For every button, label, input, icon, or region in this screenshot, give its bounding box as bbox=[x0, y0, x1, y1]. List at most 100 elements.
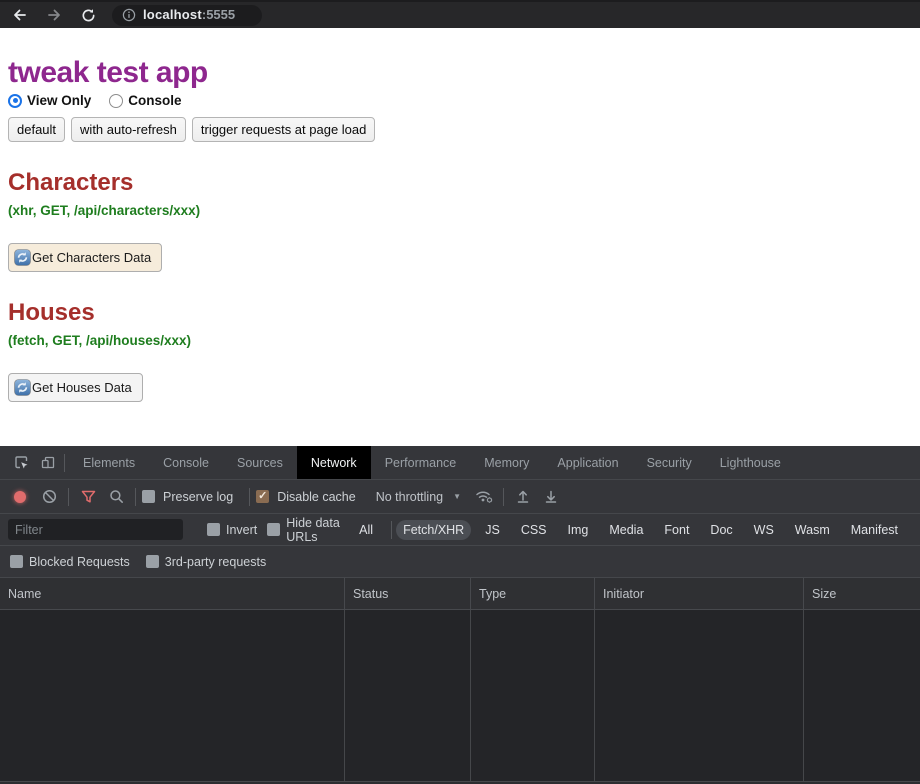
filter-icon[interactable] bbox=[75, 484, 101, 510]
divider bbox=[391, 521, 392, 539]
tab-performance[interactable]: Performance bbox=[371, 446, 471, 479]
tab-sources[interactable]: Sources bbox=[223, 446, 297, 479]
third-party-requests-label: 3rd-party requests bbox=[165, 555, 266, 569]
log-column-status bbox=[345, 610, 471, 781]
radio-console[interactable]: Console bbox=[109, 93, 181, 108]
divider bbox=[135, 488, 136, 506]
divider bbox=[503, 488, 504, 506]
blocked-requests-label: Blocked Requests bbox=[29, 555, 130, 569]
blocked-requests-checkbox[interactable] bbox=[10, 555, 23, 568]
network-conditions-icon[interactable] bbox=[471, 484, 497, 510]
filter-input[interactable] bbox=[8, 519, 183, 540]
column-header-size[interactable]: Size bbox=[804, 578, 920, 609]
url-port: :5555 bbox=[202, 7, 235, 22]
network-options-bar: Blocked Requests 3rd-party requests bbox=[0, 546, 920, 578]
import-har-icon[interactable] bbox=[510, 484, 536, 510]
radio-selected-icon[interactable] bbox=[8, 94, 22, 108]
column-header-type[interactable]: Type bbox=[471, 578, 595, 609]
url-bar[interactable]: localhost:5555 bbox=[112, 5, 262, 26]
search-icon[interactable] bbox=[103, 484, 129, 510]
divider bbox=[68, 488, 69, 506]
filter-pill-css[interactable]: CSS bbox=[514, 520, 554, 540]
filter-pill-media[interactable]: Media bbox=[602, 520, 650, 540]
devtools-panel: Elements Console Sources Network Perform… bbox=[0, 446, 920, 784]
disable-cache-checkbox[interactable]: ✓ bbox=[256, 490, 269, 503]
refresh-icon bbox=[14, 379, 31, 396]
filter-pill-ws[interactable]: WS bbox=[747, 520, 781, 540]
reload-icon[interactable] bbox=[78, 5, 98, 25]
log-column-size bbox=[804, 610, 920, 781]
tab-lighthouse[interactable]: Lighthouse bbox=[706, 446, 795, 479]
info-icon[interactable] bbox=[122, 8, 136, 22]
hide-data-urls-checkbox[interactable] bbox=[267, 523, 280, 536]
chevron-down-icon: ▼ bbox=[453, 492, 461, 501]
houses-heading: Houses bbox=[8, 299, 920, 327]
tab-security[interactable]: Security bbox=[633, 446, 706, 479]
disable-cache-label: Disable cache bbox=[277, 490, 356, 504]
tab-application[interactable]: Application bbox=[543, 446, 632, 479]
throttling-select[interactable]: No throttling ▼ bbox=[376, 490, 461, 504]
invert-label: Invert bbox=[226, 523, 257, 537]
record-network-log-icon[interactable] bbox=[14, 491, 26, 503]
inspect-element-icon[interactable] bbox=[8, 450, 34, 476]
radio-console-label: Console bbox=[128, 93, 181, 108]
radio-view-only[interactable]: View Only bbox=[8, 93, 91, 108]
tab-elements[interactable]: Elements bbox=[69, 446, 149, 479]
filter-pill-img[interactable]: Img bbox=[561, 520, 596, 540]
default-button[interactable]: default bbox=[8, 117, 65, 142]
page-content: tweak test app View Only Console default… bbox=[0, 28, 920, 446]
network-table-header: Name Status Type Initiator Size bbox=[0, 578, 920, 610]
get-houses-data-label: Get Houses Data bbox=[32, 380, 132, 395]
column-header-initiator[interactable]: Initiator bbox=[595, 578, 804, 609]
url-host: localhost bbox=[143, 7, 202, 22]
characters-subtitle: (xhr, GET, /api/characters/xxx) bbox=[8, 203, 920, 218]
third-party-requests-checkbox[interactable] bbox=[146, 555, 159, 568]
tab-console[interactable]: Console bbox=[149, 446, 223, 479]
divider bbox=[64, 454, 65, 472]
get-characters-data-label: Get Characters Data bbox=[32, 250, 151, 265]
filter-pill-manifest[interactable]: Manifest bbox=[844, 520, 905, 540]
preserve-log-checkbox[interactable] bbox=[142, 490, 155, 503]
network-toolbar: Preserve log ✓ Disable cache No throttli… bbox=[0, 480, 920, 514]
filter-pill-fetch-xhr[interactable]: Fetch/XHR bbox=[396, 520, 471, 540]
column-header-name[interactable]: Name bbox=[0, 578, 345, 609]
trigger-requests-button[interactable]: trigger requests at page load bbox=[192, 117, 376, 142]
auto-refresh-button[interactable]: with auto-refresh bbox=[71, 117, 186, 142]
get-houses-data-button[interactable]: Get Houses Data bbox=[8, 373, 143, 402]
preserve-log-label: Preserve log bbox=[163, 490, 233, 504]
url-text: localhost:5555 bbox=[143, 6, 235, 24]
radio-view-only-label: View Only bbox=[27, 93, 91, 108]
filter-pill-wasm[interactable]: Wasm bbox=[788, 520, 837, 540]
log-column-type bbox=[471, 610, 595, 781]
clear-network-log-icon[interactable] bbox=[36, 484, 62, 510]
network-request-log bbox=[0, 610, 920, 781]
refresh-icon bbox=[14, 249, 31, 266]
back-icon[interactable] bbox=[10, 5, 30, 25]
forward-icon[interactable] bbox=[44, 5, 64, 25]
column-header-status[interactable]: Status bbox=[345, 578, 471, 609]
devtools-tab-bar: Elements Console Sources Network Perform… bbox=[0, 446, 920, 480]
log-column-initiator bbox=[595, 610, 804, 781]
browser-toolbar: localhost:5555 bbox=[0, 0, 920, 28]
divider bbox=[249, 488, 250, 506]
characters-heading: Characters bbox=[8, 169, 920, 197]
network-filter-bar: Invert Hide data URLs All Fetch/XHR JS C… bbox=[0, 514, 920, 546]
radio-unselected-icon[interactable] bbox=[109, 94, 123, 108]
filter-pill-all[interactable]: All bbox=[352, 520, 380, 540]
filter-pill-js[interactable]: JS bbox=[478, 520, 507, 540]
get-characters-data-button[interactable]: Get Characters Data bbox=[8, 243, 162, 272]
device-toolbar-icon[interactable] bbox=[34, 450, 60, 476]
tab-memory[interactable]: Memory bbox=[470, 446, 543, 479]
export-har-icon[interactable] bbox=[538, 484, 564, 510]
tab-network[interactable]: Network bbox=[297, 446, 371, 479]
log-column-name bbox=[0, 610, 345, 781]
page-title: tweak test app bbox=[8, 56, 920, 90]
filter-pill-doc[interactable]: Doc bbox=[703, 520, 739, 540]
throttling-value: No throttling bbox=[376, 490, 443, 504]
houses-subtitle: (fetch, GET, /api/houses/xxx) bbox=[8, 333, 920, 348]
mode-buttons-row: default with auto-refresh trigger reques… bbox=[8, 117, 920, 142]
hide-data-urls-label: Hide data URLs bbox=[286, 516, 342, 544]
invert-checkbox[interactable] bbox=[207, 523, 220, 536]
mode-radio-group: View Only Console bbox=[8, 93, 920, 108]
filter-pill-font[interactable]: Font bbox=[657, 520, 696, 540]
